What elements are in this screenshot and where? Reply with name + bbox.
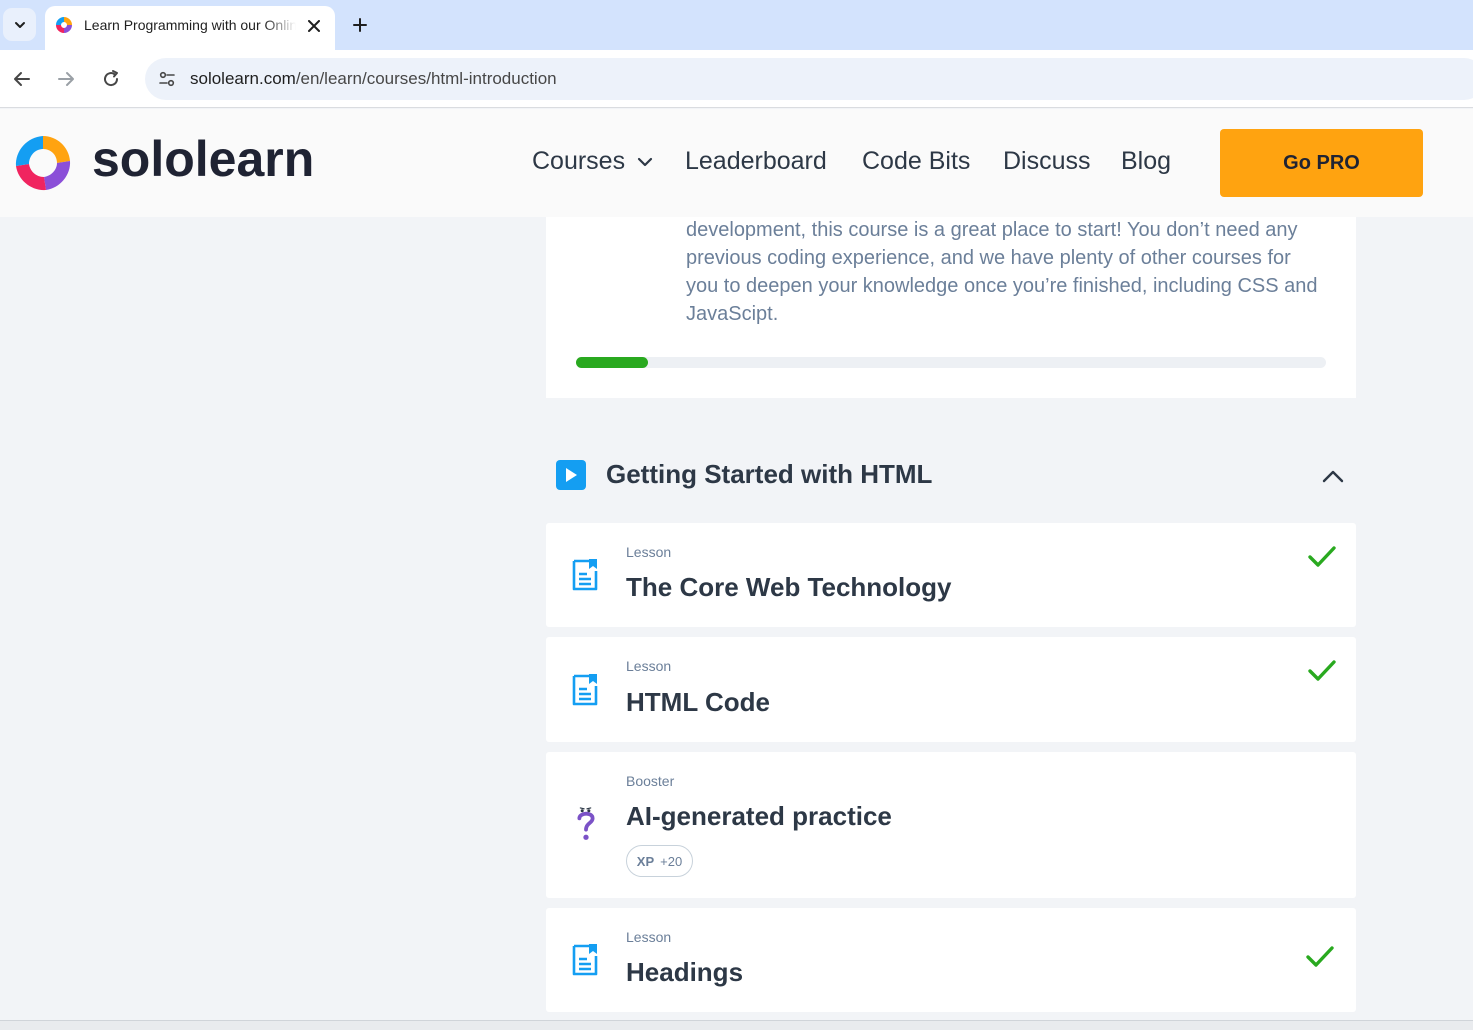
browser-tab[interactable]: Learn Programming with our Online Course…: [45, 6, 335, 50]
xp-label: XP: [636, 853, 655, 869]
address-bar[interactable]: sololearn.com/en/learn/courses/html-intr…: [145, 58, 1473, 100]
plus-icon: [353, 18, 367, 32]
item-title: HTML Code: [626, 687, 770, 717]
description-line: JavaScipt.: [686, 303, 779, 325]
chevron-down-icon: [637, 157, 653, 166]
description-line: development, this course is a great plac…: [686, 219, 1298, 241]
sololearn-logo-icon[interactable]: [13, 133, 73, 193]
reload-icon: [104, 70, 119, 87]
arrow-right-icon: [58, 72, 74, 86]
item-kind: Booster: [626, 773, 675, 789]
back-button[interactable]: [6, 63, 38, 95]
lesson-icon: [572, 674, 598, 706]
url-text: sololearn.com/en/learn/courses/html-intr…: [190, 69, 557, 89]
tune-icon: [159, 71, 175, 87]
check-icon: [1308, 546, 1336, 567]
booster-item[interactable]: Booster AI-generated practice XP +20: [546, 752, 1356, 898]
item-title: Headings: [626, 957, 744, 987]
url-path: /en/learn/courses/html-introduction: [295, 69, 557, 88]
site-header: sololearn Courses Leaderboard Code Bits …: [0, 109, 1473, 217]
nav-leaderboard[interactable]: Leaderboard: [685, 147, 827, 176]
bottom-edge: [0, 1020, 1473, 1030]
course-intro-card: development, this course is a great plac…: [546, 217, 1356, 398]
new-tab-button[interactable]: [345, 10, 375, 40]
nav-code-bits[interactable]: Code Bits: [862, 147, 970, 176]
site-info-button[interactable]: [155, 67, 179, 91]
reload-button[interactable]: [95, 63, 127, 95]
sololearn-favicon-icon: [56, 17, 72, 33]
forward-button[interactable]: [50, 63, 82, 95]
arrow-left-icon: [14, 72, 30, 86]
course-progress-fill: [576, 357, 648, 368]
tab-search-button[interactable]: [3, 8, 36, 41]
tab-close-button[interactable]: [304, 16, 324, 36]
module-header[interactable]: Getting Started with HTML: [546, 448, 1356, 503]
lesson-item[interactable]: Lesson HTML Code: [546, 637, 1356, 742]
xp-badge: XP +20: [626, 845, 693, 877]
module-title: Getting Started with HTML: [606, 459, 933, 489]
description-line: you to deepen your knowledge once you’re…: [686, 275, 1318, 297]
play-icon: [556, 460, 586, 490]
item-kind: Lesson: [626, 929, 672, 945]
close-icon: [308, 20, 320, 32]
browser-tab-bar: Learn Programming with our Online Course…: [0, 0, 1473, 50]
chevron-down-icon: [14, 21, 25, 28]
item-title: AI-generated practice: [626, 801, 892, 831]
course-progress-bar: [576, 357, 1326, 368]
lesson-item[interactable]: Lesson Headings: [546, 908, 1356, 1012]
check-icon: [1306, 946, 1334, 967]
lesson-item[interactable]: Lesson The Core Web Technology: [546, 523, 1356, 627]
lesson-icon: [572, 559, 598, 591]
item-title: The Core Web Technology: [626, 572, 952, 602]
chevron-up-icon: [1322, 470, 1344, 483]
nav-courses[interactable]: Courses: [532, 147, 653, 176]
url-host: sololearn.com: [190, 69, 296, 88]
browser-toolbar: sololearn.com/en/learn/courses/html-intr…: [0, 50, 1473, 108]
tab-title: Learn Programming with our Online Course…: [84, 17, 296, 33]
go-pro-button[interactable]: Go PRO: [1220, 129, 1423, 197]
nav-courses-label: Courses: [532, 147, 626, 175]
item-kind: Lesson: [626, 658, 672, 674]
question-icon: [577, 807, 595, 840]
logo-wordmark[interactable]: sololearn: [92, 130, 314, 188]
item-kind: Lesson: [626, 544, 672, 560]
check-icon: [1308, 660, 1336, 681]
description-line: previous coding experience, and we have …: [686, 247, 1291, 269]
xp-value: +20: [660, 853, 683, 869]
collapse-module-button[interactable]: [1319, 462, 1347, 490]
course-description: development, this course is a great plac…: [686, 216, 1336, 328]
nav-discuss[interactable]: Discuss: [1003, 147, 1091, 176]
lesson-icon: [572, 944, 598, 976]
nav-blog[interactable]: Blog: [1121, 147, 1171, 176]
